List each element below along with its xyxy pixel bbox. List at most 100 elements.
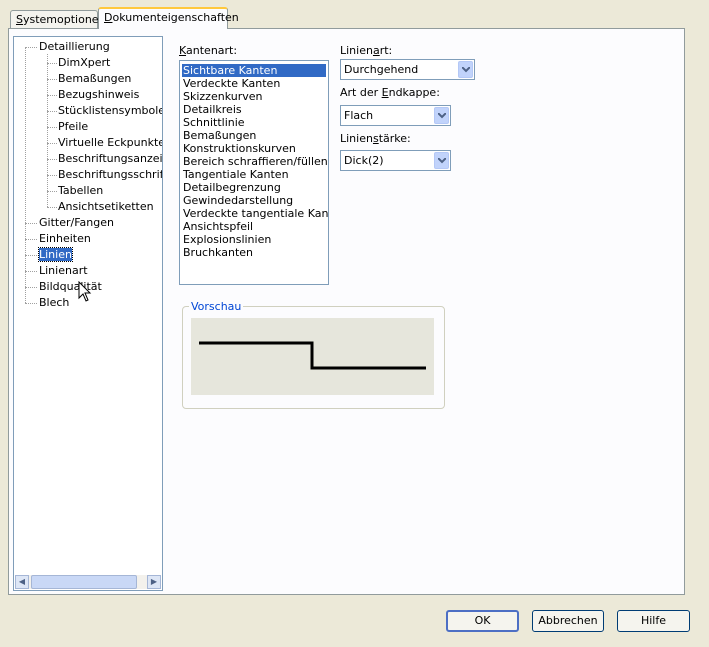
tree-item-detaillierung[interactable]: Detaillierung — [39, 40, 110, 54]
tree-connector — [47, 63, 57, 64]
tree-connector — [47, 207, 57, 208]
tree-connector — [25, 287, 37, 288]
list-item[interactable]: Bemaßungen — [182, 129, 257, 142]
endkappe-select[interactable]: Flach — [340, 105, 451, 126]
tab-label-accel: S — [16, 13, 23, 26]
list-item[interactable]: Schnittlinie — [182, 116, 246, 129]
list-item[interactable]: Gewindedarstellung — [182, 194, 294, 207]
tree-item-dimxpert[interactable]: DimXpert — [58, 56, 110, 70]
tree-item-label: Virtuelle Eckpunkte — [58, 136, 163, 149]
list-item[interactable]: Detailbegrenzung — [182, 181, 282, 194]
tree-item-blech[interactable]: Blech — [39, 296, 69, 310]
list-item[interactable]: Bereich schraffieren/füllen — [182, 155, 328, 168]
tree-item-linien[interactable]: Linien — [38, 247, 73, 262]
list-item[interactable]: Detailkreis — [182, 103, 243, 116]
tree-item-bemassungen[interactable]: Bemaßungen — [58, 72, 131, 86]
preview-title: Vorschau — [189, 300, 244, 313]
chevron-down-icon[interactable] — [458, 61, 473, 78]
endkappe-label-a: Art der — [340, 86, 382, 99]
kantenart-label: Kantenart: — [179, 44, 237, 57]
tree-connector — [25, 303, 37, 304]
kantenart-listbox[interactable]: Sichtbare Kanten Verdeckte Kanten Skizze… — [179, 60, 329, 285]
tree-item-label: Ansichtsetiketten — [58, 200, 154, 213]
list-item[interactable]: Explosionslinien — [182, 233, 272, 246]
tree-connector — [47, 54, 48, 207]
tree-item-label: Bildqualität — [39, 280, 102, 293]
tree-item-virtuelle-eckpunkte[interactable]: Virtuelle Eckpunkte — [58, 136, 163, 150]
tree-connector — [47, 191, 57, 192]
tree-item-label: Bemaßungen — [58, 72, 132, 85]
tree-item-label: Beschriftungsanzeige — [58, 152, 163, 165]
tree-item-beschriftungsschriftart[interactable]: Beschriftungsschriftart — [58, 168, 163, 182]
tree-connector — [25, 223, 37, 224]
tree-connector — [47, 111, 57, 112]
tree-connector — [25, 271, 37, 272]
tree-item-label: Bezugshinweis — [58, 88, 140, 101]
tree-item-gitter-fangen[interactable]: Gitter/Fangen — [39, 216, 114, 230]
tree-item-label: Pfeile — [58, 120, 89, 133]
tree-item-einheiten[interactable]: Einheiten — [39, 232, 91, 246]
tree-item-label: Blech — [39, 296, 70, 309]
endkappe-label-b: ndkappe: — [388, 86, 440, 99]
preview-canvas — [191, 318, 434, 395]
linienstaerke-select[interactable]: Dick(2) — [340, 150, 451, 171]
linienstaerke-value: Dick(2) — [344, 154, 384, 167]
linienart-label-a: Linien — [340, 44, 373, 57]
endkappe-label: Art der Endkappe: — [340, 86, 440, 99]
list-item[interactable]: Konstruktionskurven — [182, 142, 297, 155]
tree-connector — [25, 255, 37, 256]
tree-item-label: Linien — [38, 247, 73, 262]
tree-item-bildqualitaet[interactable]: Bildqualität — [39, 280, 102, 294]
endkappe-accel: E — [381, 86, 389, 99]
tree-connector — [25, 47, 26, 303]
tree-item-tabellen[interactable]: Tabellen — [58, 184, 103, 198]
linienstaerke-label: Linienstärke: — [340, 132, 411, 145]
linienart-value: Durchgehend — [344, 63, 419, 76]
tab-dokumenteigenschaften[interactable]: Dokumenteigenschaften — [98, 7, 239, 29]
list-item[interactable]: Verdeckte Kanten — [182, 77, 281, 90]
line-preview — [199, 341, 426, 370]
tree-item-bezugshinweis[interactable]: Bezugshinweis — [58, 88, 139, 102]
tab-label: okumenteigenschaften — [112, 11, 239, 24]
tree-item-stuecklistensymbole[interactable]: Stücklistensymbole — [58, 104, 163, 118]
list-item[interactable]: Skizzenkurven — [182, 90, 263, 103]
list-item[interactable]: Sichtbare Kanten — [181, 63, 327, 78]
tree-item-pfeile[interactable]: Pfeile — [58, 120, 88, 134]
kantenart-label-text: antenart: — [186, 44, 238, 57]
list-item[interactable]: Verdeckte tangentiale Kanten — [182, 207, 328, 220]
tree-item-label: Linienart — [39, 264, 88, 277]
tree-connector — [47, 95, 57, 96]
tree-item-label: Beschriftungsschriftart — [58, 168, 163, 181]
mouse-cursor-icon — [78, 281, 92, 302]
tree-item-beschriftungsanzeige[interactable]: Beschriftungsanzeige — [58, 152, 163, 166]
scroll-left-button[interactable]: ◀ — [15, 575, 29, 589]
ok-button[interactable]: OK — [446, 610, 519, 632]
tree-horizontal-scrollbar[interactable]: ◀ ▶ — [15, 575, 161, 589]
chevron-down-icon[interactable] — [434, 107, 449, 124]
scroll-thumb[interactable] — [31, 575, 137, 589]
linienart-select[interactable]: Durchgehend — [340, 59, 475, 80]
list-item[interactable]: Tangentiale Kanten — [182, 168, 290, 181]
tree-item-label: Tabellen — [58, 184, 104, 197]
tree-item-linienart[interactable]: Linienart — [39, 264, 88, 278]
chevron-down-icon[interactable] — [434, 152, 449, 169]
tree-connector — [47, 79, 57, 80]
tree-connector — [47, 143, 57, 144]
scroll-right-button[interactable]: ▶ — [147, 575, 161, 589]
tree-item-label: DimXpert — [58, 56, 111, 69]
tree-connector — [47, 159, 57, 160]
tree-connector — [25, 47, 37, 48]
tree-item-label: Stücklistensymbole — [58, 104, 163, 117]
tree-connector — [47, 127, 57, 128]
linienstaerke-label-b: tärke: — [378, 132, 411, 145]
list-item[interactable]: Bruchkanten — [182, 246, 254, 259]
tree-item-label: Einheiten — [39, 232, 91, 245]
help-button[interactable]: Hilfe — [617, 610, 690, 632]
tree-connector — [25, 239, 37, 240]
linienart-label: Linienart: — [340, 44, 392, 57]
tab-systemoptionen[interactable]: Systemoptionen — [10, 10, 106, 28]
cancel-button[interactable]: Abbrechen — [532, 610, 604, 632]
list-item[interactable]: Ansichtspfeil — [182, 220, 254, 233]
options-tree[interactable]: Detaillierung DimXpert Bemaßungen Bezugs… — [13, 36, 163, 591]
tree-item-ansichtsetiketten[interactable]: Ansichtsetiketten — [58, 200, 154, 214]
